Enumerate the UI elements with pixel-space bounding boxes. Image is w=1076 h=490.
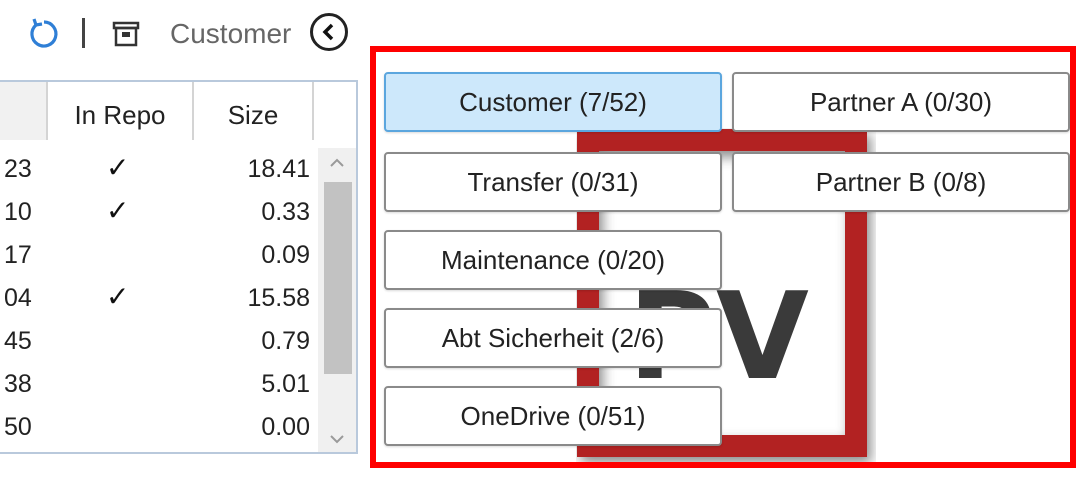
cell-size: 0.79 (261, 327, 310, 355)
cell-id: 23 (4, 155, 32, 183)
table-row[interactable]: 45 0.79 (0, 320, 318, 363)
table-row[interactable]: 04 ✓ 15.58 (0, 277, 318, 320)
cell-id: 10 (4, 198, 32, 226)
table-row[interactable]: 10 ✓ 0.33 (0, 191, 318, 234)
cell-id: 38 (4, 370, 32, 398)
category-button-customer[interactable]: Customer (7/52) (384, 72, 722, 132)
scroll-thumb[interactable] (324, 182, 352, 374)
toolbar-divider (82, 18, 85, 48)
cell-size: 0.33 (261, 198, 310, 226)
archive-button[interactable] (106, 14, 146, 54)
category-button-maintenance[interactable]: Maintenance (0/20) (384, 230, 722, 290)
table-row[interactable]: 17 0.09 (0, 234, 318, 277)
refresh-icon (30, 18, 58, 48)
cell-size: 15.58 (247, 284, 310, 312)
refresh-button[interactable] (24, 14, 64, 54)
in-repo-check-icon: ✓ (106, 281, 130, 312)
scroll-down-button[interactable] (318, 424, 356, 452)
table-row[interactable]: 23 ✓ 18.41 (0, 148, 318, 191)
cell-id: 45 (4, 327, 32, 355)
category-button-partner-a[interactable]: Partner A (0/30) (732, 72, 1070, 132)
in-repo-check-icon: ✓ (106, 195, 130, 226)
cell-size: 0.00 (261, 413, 310, 441)
table-body: 23 ✓ 18.41 10 ✓ 0.33 17 0.09 04 ✓ 15.58 … (0, 148, 318, 449)
chevron-down-icon (330, 435, 344, 444)
column-header-id[interactable] (0, 82, 48, 140)
scroll-up-button[interactable] (318, 148, 356, 178)
category-button-partner-b[interactable]: Partner B (0/8) (732, 152, 1070, 212)
table-header: In Repo Size (0, 82, 356, 140)
collapse-button[interactable] (310, 13, 348, 51)
archive-icon (112, 21, 140, 47)
table-row[interactable]: 50 0.00 (0, 406, 318, 449)
category-panel: PV Customer (7/52) Partner A (0/30) Tran… (370, 46, 1076, 468)
chevron-left-icon (322, 23, 334, 41)
cell-size: 5.01 (261, 370, 310, 398)
cell-id: 04 (4, 284, 32, 312)
table-row[interactable]: 38 5.01 (0, 363, 318, 406)
column-header-size[interactable]: Size (194, 82, 314, 140)
app-root: Customer In Repo Size 23 ✓ 18.41 10 ✓ 0.… (0, 0, 1076, 490)
toolbar-title: Customer (170, 18, 292, 49)
vertical-scrollbar[interactable] (318, 148, 356, 452)
in-repo-check-icon: ✓ (106, 152, 130, 183)
category-button-transfer[interactable]: Transfer (0/31) (384, 152, 722, 212)
column-header-in-repo[interactable]: In Repo (48, 82, 194, 140)
cell-size: 0.09 (261, 241, 310, 269)
chevron-up-icon (330, 158, 344, 167)
cell-id: 50 (4, 413, 32, 441)
toolbar: Customer (0, 0, 380, 66)
category-button-onedrive[interactable]: OneDrive (0/51) (384, 386, 722, 446)
file-table: In Repo Size 23 ✓ 18.41 10 ✓ 0.33 17 0.0… (0, 80, 358, 454)
cell-size: 18.41 (247, 155, 310, 183)
cell-id: 17 (4, 241, 32, 269)
category-button-abt-sicherheit[interactable]: Abt Sicherheit (2/6) (384, 308, 722, 368)
